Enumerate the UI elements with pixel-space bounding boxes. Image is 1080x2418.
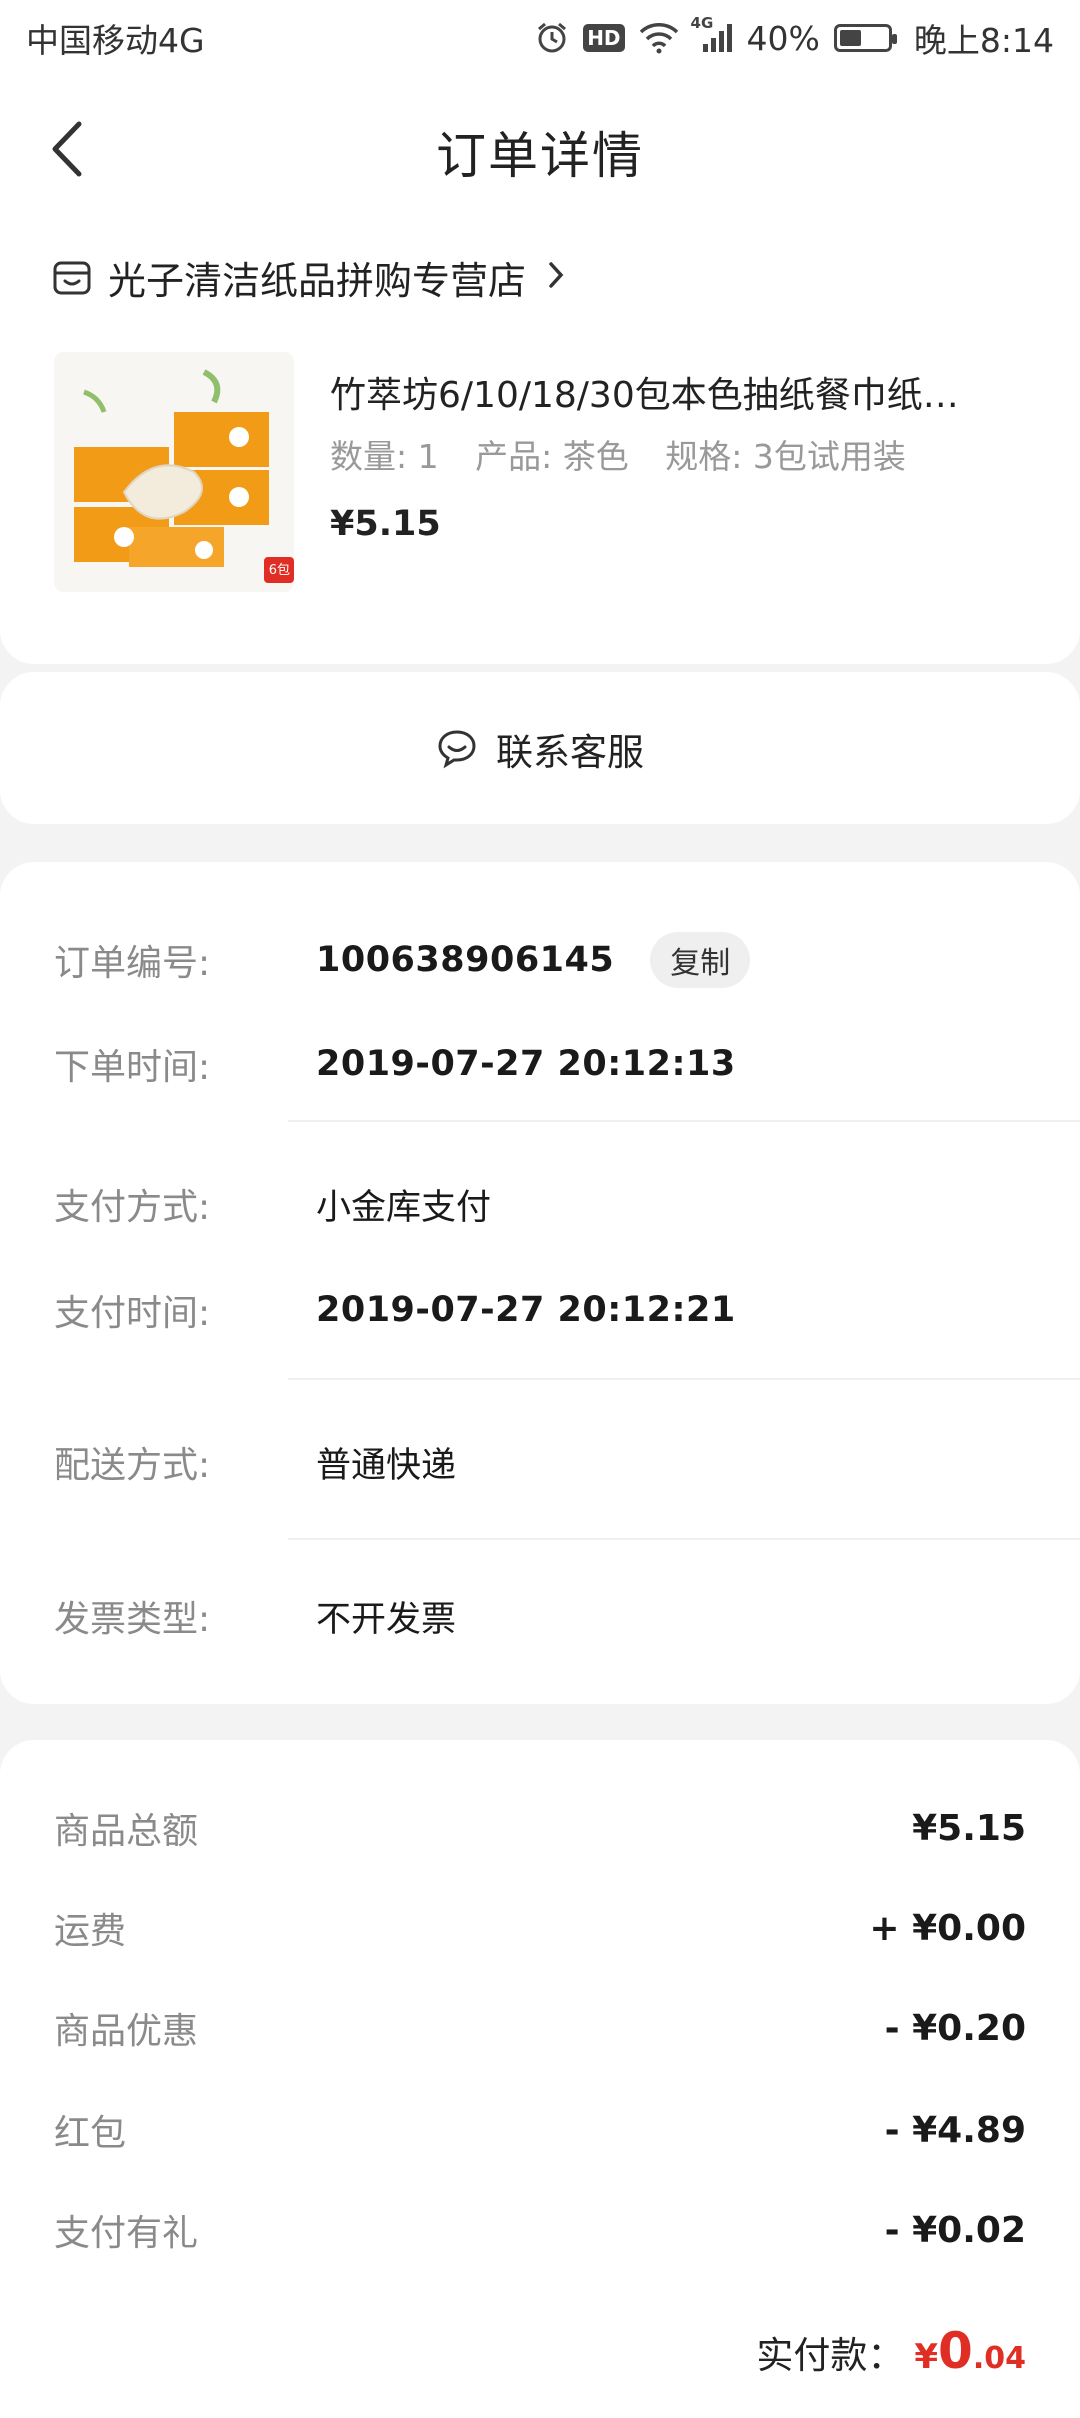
price-label: 红包 <box>54 2113 127 2154</box>
price-value: + ¥0.00 <box>869 1907 1026 1949</box>
battery-percent: 40% <box>746 18 820 58</box>
invoice-value: 不开发票 <box>316 1599 457 1640</box>
price-row-pay-gift: 支付有礼 - ¥0.02 <box>54 2204 1026 2256</box>
hd-icon: HD <box>583 24 625 52</box>
quantity-label: 数量: 1 <box>330 437 439 476</box>
invoice-label: 发票类型: <box>54 1599 211 1640</box>
delivery-row: 配送方式: 普通快递 <box>54 1424 1080 1500</box>
order-info-card: 订单编号: 100638906145 复制 下单时间: 2019-07-27 2… <box>0 862 1080 1704</box>
product-price: ¥5.15 <box>330 504 441 544</box>
divider <box>288 1538 1080 1540</box>
price-value: - ¥0.02 <box>884 2209 1026 2251</box>
price-summary-card: 商品总额 ¥5.15 运费 + ¥0.00 商品优惠 - ¥0.20 红包 - … <box>0 1740 1080 2418</box>
order-number-row: 订单编号: 100638906145 复制 <box>54 922 1080 998</box>
price-label: 运费 <box>54 1911 127 1952</box>
price-value: ¥5.15 <box>912 1807 1026 1849</box>
clock: 晚上8:14 <box>913 21 1054 60</box>
product-thumbnail[interactable]: 6包 <box>54 352 294 592</box>
price-label: 支付有礼 <box>54 2213 199 2254</box>
delivery-label: 配送方式: <box>54 1445 211 1486</box>
pay-time-label: 支付时间: <box>54 1293 211 1334</box>
contact-service-card[interactable]: 联系客服 <box>0 672 1080 824</box>
store-icon <box>53 261 91 294</box>
signal-icon: 4G <box>691 14 733 54</box>
copy-button[interactable]: 复制 <box>650 932 751 988</box>
price-value: - ¥4.89 <box>884 2109 1026 2151</box>
amount-paid-integer: 0 <box>938 2322 973 2380</box>
status-bar: 中国移动4G HD 4G 40% 晚上8:14 <box>0 0 1080 76</box>
pay-method-label: 支付方式: <box>54 1187 211 1228</box>
price-value: - ¥0.20 <box>884 2007 1026 2049</box>
page-title: 订单详情 <box>436 127 644 185</box>
divider <box>288 1120 1080 1122</box>
alarm-icon <box>535 21 569 55</box>
hd-badge: HD <box>583 24 625 52</box>
order-time-value: 2019-07-27 20:12:13 <box>316 1044 736 1084</box>
amount-paid-decimal: .04 <box>972 2341 1026 2376</box>
shop-link[interactable]: 光子清洁纸品拼购专营店 <box>52 250 564 305</box>
contact-service-label: 联系客服 <box>496 731 644 774</box>
order-number-label: 订单编号: <box>54 943 211 984</box>
pay-method-row: 支付方式: 小金库支付 <box>54 1166 1080 1242</box>
pay-time-value: 2019-07-27 20:12:21 <box>316 1290 736 1330</box>
price-row-discount: 商品优惠 - ¥0.20 <box>54 2002 1026 2054</box>
chevron-right-icon <box>548 258 564 298</box>
goods-card: 光子清洁纸品拼购专营店 6包 竹萃坊6/10/18/30包本色抽纸餐巾纸… 数量… <box>0 220 1080 664</box>
product-color-label: 产品: 茶色 <box>475 437 629 476</box>
wifi-icon <box>639 22 679 54</box>
product-specs: 数量: 1 产品: 茶色 规格: 3包试用装 <box>330 430 932 478</box>
order-time-label: 下单时间: <box>54 1047 211 1088</box>
pay-time-row: 支付时间: 2019-07-27 20:12:21 <box>54 1272 1080 1348</box>
spec-label: 规格: 3包试用装 <box>665 437 906 476</box>
amount-paid-currency: ¥ <box>914 2337 939 2377</box>
invoice-row: 发票类型: 不开发票 <box>54 1578 1080 1654</box>
battery-icon <box>833 24 897 52</box>
order-number-value: 100638906145 <box>316 940 615 980</box>
price-row-red-packet: 红包 - ¥4.89 <box>54 2104 1026 2156</box>
carrier-label: 中国移动4G <box>26 21 205 60</box>
product-title[interactable]: 竹萃坊6/10/18/30包本色抽纸餐巾纸… <box>330 366 1030 418</box>
status-icons: HD 4G 40% 晚上8:14 <box>535 14 1054 62</box>
price-row-goods-total: 商品总额 ¥5.15 <box>54 1802 1026 1854</box>
price-row-shipping: 运费 + ¥0.00 <box>54 1902 1026 1954</box>
order-time-row: 下单时间: 2019-07-27 20:12:13 <box>54 1026 1080 1102</box>
amount-paid: 实付款： ¥ 0 .04 <box>756 2322 1026 2380</box>
thumb-badge: 6包 <box>268 563 290 578</box>
amount-paid-label: 实付款： <box>756 2334 905 2377</box>
delivery-value: 普通快递 <box>316 1445 457 1486</box>
network-type: 4G <box>690 14 714 32</box>
divider <box>288 1378 1080 1380</box>
chat-icon <box>438 730 476 769</box>
price-label: 商品总额 <box>54 1811 199 1852</box>
shop-name: 光子清洁纸品拼购专营店 <box>108 259 527 303</box>
pay-method-value: 小金库支付 <box>316 1187 492 1228</box>
price-label: 商品优惠 <box>54 2011 199 2052</box>
nav-bar: 订单详情 <box>0 76 1080 220</box>
contact-service-button[interactable]: 联系客服 <box>0 722 1080 776</box>
